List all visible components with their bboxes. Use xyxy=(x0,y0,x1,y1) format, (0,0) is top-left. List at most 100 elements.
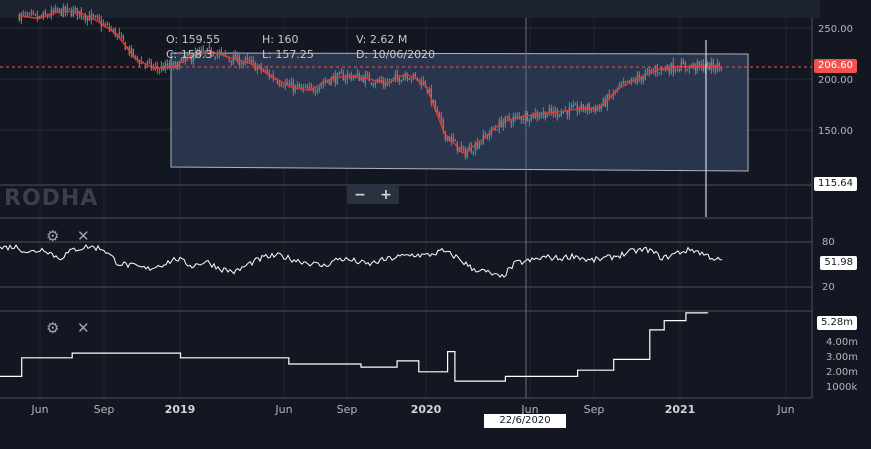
chart-svg[interactable]: 250.00 200.00 150.00 80 20 4.00m 3.00m 2.00m 100… xyxy=(0,0,871,445)
volume-label: V: xyxy=(356,33,367,46)
candle-body xyxy=(258,64,261,66)
candle-body xyxy=(302,87,305,89)
candle-body xyxy=(340,71,343,74)
candle-body xyxy=(224,52,227,55)
candle-body xyxy=(248,60,251,62)
candle-body xyxy=(30,12,33,14)
candle-body xyxy=(438,111,441,117)
chart-stage[interactable]: 250.00 200.00 150.00 80 20 4.00m 3.00m 2.00m 100… xyxy=(0,0,871,445)
close-icon[interactable]: ✕ xyxy=(77,228,90,244)
candle-body xyxy=(366,74,369,76)
candle-body xyxy=(392,77,395,80)
candle-body xyxy=(266,70,269,73)
candle-body xyxy=(514,115,517,118)
ohlc-date: D: 10/06/2020 xyxy=(356,48,435,61)
candle-body xyxy=(328,80,331,85)
candle-body xyxy=(582,104,585,110)
low-label: L: xyxy=(262,48,272,61)
candle-body xyxy=(608,93,611,97)
zoom-out-button[interactable]: − xyxy=(347,186,373,204)
candle-body xyxy=(572,104,575,108)
time-tick-label: 2021 xyxy=(665,403,696,416)
candle-body xyxy=(546,114,549,118)
oscillator-line xyxy=(0,244,723,278)
candle-body xyxy=(246,57,249,60)
time-tick-label: Sep xyxy=(584,403,605,416)
zoom-in-button[interactable]: + xyxy=(373,186,399,204)
candle-body xyxy=(674,69,677,72)
candle-body xyxy=(214,56,217,58)
candle-body xyxy=(686,68,689,71)
candle-body xyxy=(118,32,121,35)
high-value: 160 xyxy=(277,33,299,46)
candle-body xyxy=(700,63,703,66)
candle-body xyxy=(480,142,483,144)
ohlc-high: H: 160 xyxy=(262,33,298,46)
candle-body xyxy=(300,86,303,88)
candle-body xyxy=(526,112,529,121)
close-icon[interactable]: ✕ xyxy=(77,320,90,336)
candle-body xyxy=(622,82,625,84)
candle-body xyxy=(96,15,99,18)
cursor-date-label: 22/6/2020 xyxy=(484,414,566,428)
candle-body xyxy=(54,8,57,13)
time-tick-label: Jun xyxy=(274,403,292,416)
candle-body xyxy=(288,84,291,86)
candle-body xyxy=(682,61,685,65)
candle-body xyxy=(274,79,277,81)
candle-body xyxy=(304,86,307,88)
candle-body xyxy=(408,78,411,80)
candle-body xyxy=(584,109,587,111)
ohlc-low: L: 157.25 xyxy=(262,48,314,61)
candle-body xyxy=(314,91,317,92)
gear-icon[interactable]: ⚙ xyxy=(46,228,59,244)
candle-body xyxy=(688,65,691,70)
candle-body xyxy=(66,7,69,11)
gear-icon[interactable]: ⚙ xyxy=(46,320,59,336)
candle-body xyxy=(82,16,85,18)
candle-body xyxy=(436,109,439,112)
candle-body xyxy=(212,55,215,57)
candle-body xyxy=(370,82,373,84)
volume-tick-label: 2.00m xyxy=(826,367,858,378)
candle-body xyxy=(454,140,457,142)
candle-body xyxy=(316,90,319,93)
zoom-controls: − + xyxy=(347,186,399,204)
time-tick-label: Sep xyxy=(337,403,358,416)
candle-body xyxy=(410,78,413,80)
candle-body xyxy=(556,109,559,116)
candle-body xyxy=(220,50,223,53)
candle-body xyxy=(668,68,671,73)
header-strip xyxy=(0,0,820,18)
candle-body xyxy=(158,69,161,71)
ohlc-volume: V: 2.62 M xyxy=(356,33,407,46)
candle-body xyxy=(344,78,347,81)
candle-body xyxy=(522,119,525,121)
candle-body xyxy=(166,63,169,67)
candle-body xyxy=(120,35,123,37)
low-value: 157.25 xyxy=(275,48,314,61)
price-tick-label: 200.00 xyxy=(818,75,853,86)
candle-body xyxy=(578,109,581,112)
time-tick-label: 2020 xyxy=(411,403,442,416)
close-value: 158.3 xyxy=(180,48,213,61)
broker-watermark: RODHA xyxy=(4,186,99,211)
candle-body xyxy=(44,11,47,15)
candle-body xyxy=(452,137,455,141)
candle-body xyxy=(276,80,279,83)
candle-body xyxy=(32,12,35,14)
volume-value: 2.62 M xyxy=(369,33,408,46)
candle-body xyxy=(698,61,701,66)
time-tick-label: Jun xyxy=(776,403,794,416)
price-tick-label: 250.00 xyxy=(818,24,853,35)
candle-body xyxy=(618,85,621,87)
oscillator-tick-label: 80 xyxy=(822,237,835,248)
candle-body xyxy=(264,70,267,71)
candle-body xyxy=(48,16,51,18)
candle-body xyxy=(720,68,723,70)
date-value: 10/06/2020 xyxy=(371,48,436,61)
price-tick-label: 150.00 xyxy=(818,126,853,137)
candle-body xyxy=(20,13,23,21)
candle-body xyxy=(462,148,465,150)
volume-tick-label: 3.00m xyxy=(826,352,858,363)
